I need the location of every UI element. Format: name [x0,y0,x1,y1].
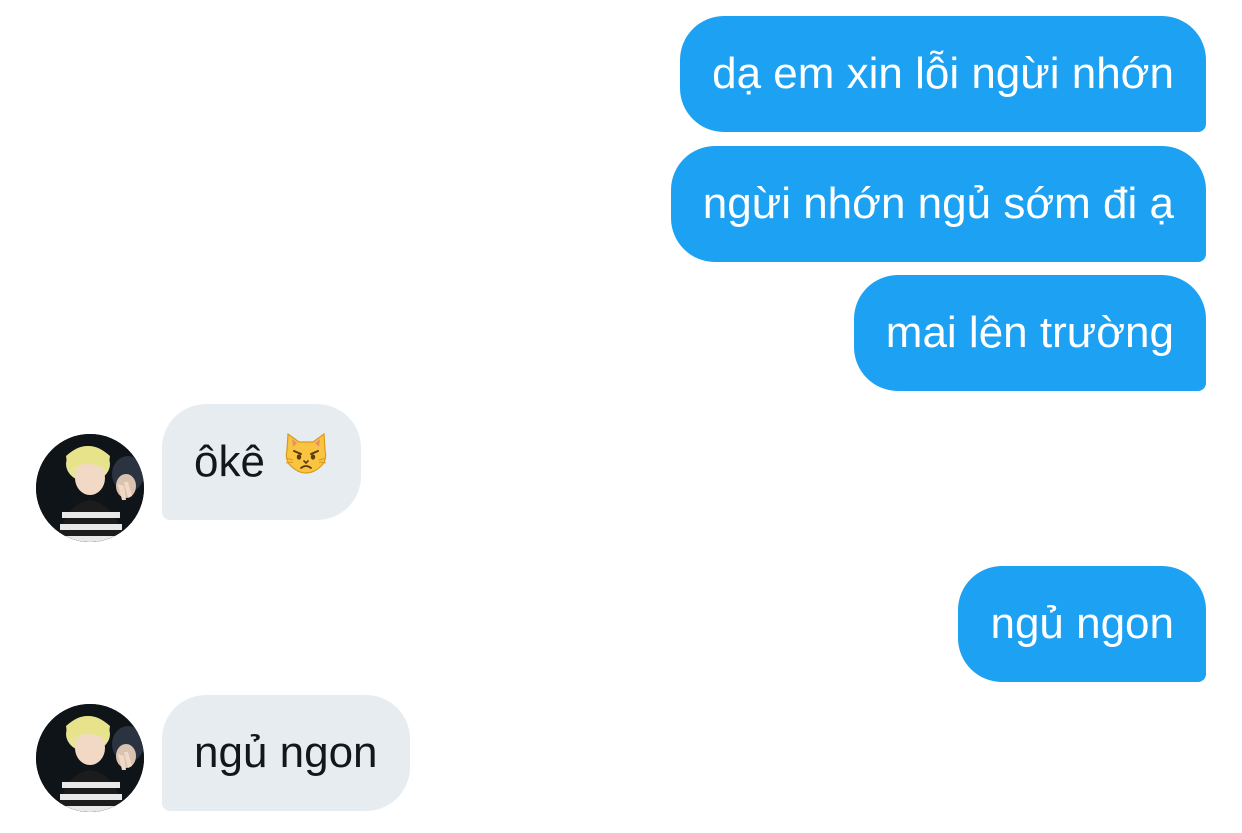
sent-message-bubble[interactable]: ngừi nhớn ngủ sớm đi ạ [670,146,1206,262]
user-avatar[interactable] [36,434,144,542]
avatar-photo-icon [36,704,144,812]
received-message-bubble[interactable]: ôkê [162,402,362,520]
received-message-bubble[interactable]: ngủ ngon [162,695,410,811]
message-text: ôkê [194,437,265,486]
pouting-cat-face-icon [283,402,329,518]
conversation-thread: dạ em xin lỗi ngừi nhớn ngừi nhớn ngủ sớ… [0,0,1242,833]
avatar-photo-icon [36,434,144,542]
message-text: ngủ ngon [194,728,378,777]
message-text: mai lên trường [885,308,1174,357]
sent-message-bubble[interactable]: dạ em xin lỗi ngừi nhớn [680,16,1206,132]
sent-message-bubble[interactable]: mai lên trường [853,275,1206,391]
message-text: ngừi nhớn ngủ sớm đi ạ [702,179,1174,228]
message-text: ngủ ngon [990,599,1174,648]
user-avatar[interactable] [36,704,144,812]
message-text: dạ em xin lỗi ngừi nhớn [712,49,1174,98]
sent-message-bubble[interactable]: ngủ ngon [958,566,1206,682]
